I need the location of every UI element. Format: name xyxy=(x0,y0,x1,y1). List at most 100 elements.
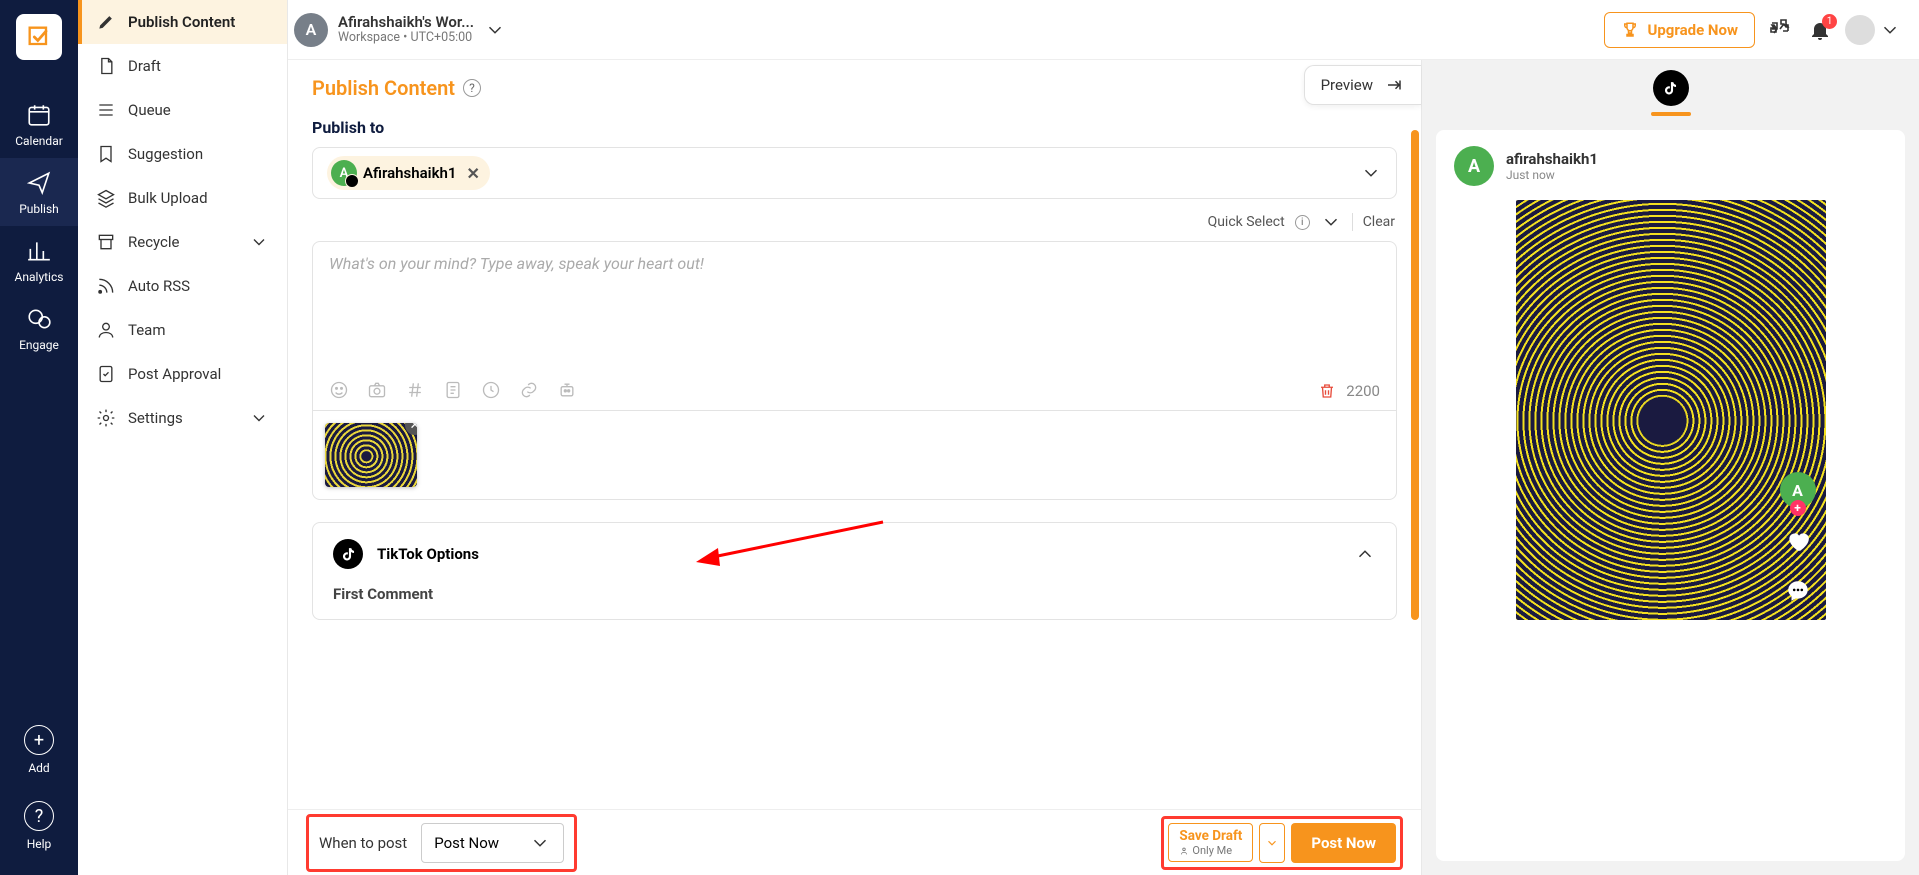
heart-icon xyxy=(1785,528,1811,558)
info-icon[interactable]: i xyxy=(1295,215,1310,230)
layers-icon xyxy=(96,188,116,208)
when-select[interactable]: Post Now xyxy=(421,823,564,863)
footer-actions-group: Save Draft Only Me Post Now xyxy=(1161,816,1403,870)
remove-media-button[interactable]: ✕ xyxy=(405,423,417,435)
archive-icon xyxy=(96,232,116,252)
trash-icon[interactable] xyxy=(1318,382,1336,400)
publish-to-label: Publish to xyxy=(312,118,1397,137)
char-counter: 2200 xyxy=(1346,382,1380,400)
chevron-down-icon xyxy=(1360,162,1382,184)
user-icon xyxy=(96,320,116,340)
person-icon xyxy=(1179,846,1189,856)
quick-select-button[interactable]: Quick Select xyxy=(1208,214,1285,230)
queue-icon xyxy=(96,100,116,120)
notification-badge: 1 xyxy=(1822,14,1837,29)
tiktok-options-label: TikTok Options xyxy=(377,545,479,563)
notifications-button[interactable]: 1 xyxy=(1805,16,1835,44)
sidebar-label: Draft xyxy=(128,57,161,75)
publish-sidebar: Publish Content Draft Queue Suggestion B… xyxy=(78,0,288,875)
sidebar-label: Auto RSS xyxy=(128,277,190,295)
sidebar-auto-rss[interactable]: Auto RSS xyxy=(78,264,287,308)
hashtag-icon[interactable] xyxy=(405,380,425,400)
sidebar-label: Queue xyxy=(128,101,171,119)
sidebar-post-approval[interactable]: Post Approval xyxy=(78,352,287,396)
rail-label: Publish xyxy=(19,202,59,216)
plus-icon: + xyxy=(24,725,54,755)
chevron-down-icon[interactable] xyxy=(1320,211,1342,233)
post-editor[interactable]: What's on your mind? Type away, speak yo… xyxy=(312,241,1397,411)
rail-label: Add xyxy=(28,761,49,775)
workspace-subtext: Workspace • UTC+05:00 xyxy=(338,31,474,45)
rail-label: Help xyxy=(27,837,52,851)
ai-icon[interactable] xyxy=(557,380,577,400)
preview-media: A xyxy=(1516,200,1826,620)
gear-icon xyxy=(96,408,116,428)
rail-label: Calendar xyxy=(15,134,63,148)
sidebar-draft[interactable]: Draft xyxy=(78,44,287,88)
document-icon xyxy=(96,56,116,76)
help-icon[interactable]: ? xyxy=(463,79,481,97)
sidebar-publish-content[interactable]: Publish Content xyxy=(78,0,287,44)
comment-icon xyxy=(1785,578,1811,608)
save-draft-button[interactable]: Save Draft Only Me xyxy=(1168,823,1253,862)
sidebar-bulk-upload[interactable]: Bulk Upload xyxy=(78,176,287,220)
rail-engage[interactable]: Engage xyxy=(0,294,78,362)
tiktok-options-toggle[interactable]: TikTok Options xyxy=(313,523,1396,585)
app-logo[interactable] xyxy=(16,14,62,60)
tiktok-icon xyxy=(333,539,363,569)
template-icon[interactable] xyxy=(443,380,463,400)
chevron-down-icon xyxy=(249,408,269,428)
chevron-up-icon xyxy=(1354,543,1376,565)
sidebar-team[interactable]: Team xyxy=(78,308,287,352)
rail-label: Engage xyxy=(19,338,59,352)
rail-publish[interactable]: Publish xyxy=(0,158,78,226)
rail-analytics[interactable]: Analytics xyxy=(0,226,78,294)
account-chip: A Afirahshaikh1 ✕ xyxy=(327,156,490,190)
save-draft-dropdown[interactable] xyxy=(1259,823,1285,863)
upgrade-button[interactable]: Upgrade Now xyxy=(1604,12,1755,48)
sidebar-suggestion[interactable]: Suggestion xyxy=(78,132,287,176)
app-header: A Afirahshaikh's Wor... Workspace • UTC+… xyxy=(288,0,1919,60)
arrow-right-icon xyxy=(1383,76,1405,94)
sidebar-recycle[interactable]: Recycle xyxy=(78,220,287,264)
post-now-button[interactable]: Post Now xyxy=(1291,823,1396,863)
tiktok-network-tab[interactable] xyxy=(1653,70,1689,106)
chevron-down-icon xyxy=(484,19,506,41)
clear-button[interactable]: Clear xyxy=(1363,214,1395,230)
chevron-down-icon xyxy=(1879,19,1901,41)
rss-icon xyxy=(96,276,116,296)
media-thumbnail[interactable]: ✕ xyxy=(325,423,417,487)
workspace-avatar: A xyxy=(294,13,328,47)
rail-help[interactable]: ? Help xyxy=(0,789,78,861)
trophy-icon xyxy=(1621,21,1639,39)
user-avatar xyxy=(1845,15,1875,45)
preview-avatar: A xyxy=(1454,146,1494,186)
preview-panel: A afirahshaikh1 Just now A xyxy=(1421,60,1919,875)
feedback-button[interactable] xyxy=(1765,16,1795,44)
preview-toggle[interactable]: Preview xyxy=(1304,65,1421,105)
link-icon[interactable] xyxy=(519,380,539,400)
workspace-switcher[interactable]: A Afirahshaikh's Wor... Workspace • UTC+… xyxy=(294,13,506,47)
sidebar-label: Post Approval xyxy=(128,365,221,383)
preview-card: A afirahshaikh1 Just now A xyxy=(1436,130,1905,861)
save-draft-label: Save Draft xyxy=(1179,828,1242,844)
emoji-icon[interactable] xyxy=(329,380,349,400)
preview-username: afirahshaikh1 xyxy=(1506,150,1598,168)
chevron-down-icon xyxy=(1265,836,1279,850)
when-to-post-group: When to post Post Now xyxy=(306,814,577,872)
scrollbar[interactable] xyxy=(1411,130,1419,620)
schedule-icon[interactable] xyxy=(481,380,501,400)
rail-add[interactable]: + Add xyxy=(0,713,78,785)
user-menu[interactable] xyxy=(1845,15,1901,45)
account-selector[interactable]: A Afirahshaikh1 ✕ xyxy=(312,147,1397,199)
preview-timestamp: Just now xyxy=(1506,168,1598,182)
rail-calendar[interactable]: Calendar xyxy=(0,90,78,158)
compose-footer: When to post Post Now Save Draft Only Me xyxy=(288,809,1421,875)
sidebar-queue[interactable]: Queue xyxy=(78,88,287,132)
sidebar-label: Settings xyxy=(128,409,183,427)
camera-icon[interactable] xyxy=(367,380,387,400)
page-title: Publish Content xyxy=(312,76,455,100)
nav-rail: Calendar Publish Analytics Engage + Add … xyxy=(0,0,78,875)
remove-account-button[interactable]: ✕ xyxy=(466,164,479,183)
sidebar-settings[interactable]: Settings xyxy=(78,396,287,440)
